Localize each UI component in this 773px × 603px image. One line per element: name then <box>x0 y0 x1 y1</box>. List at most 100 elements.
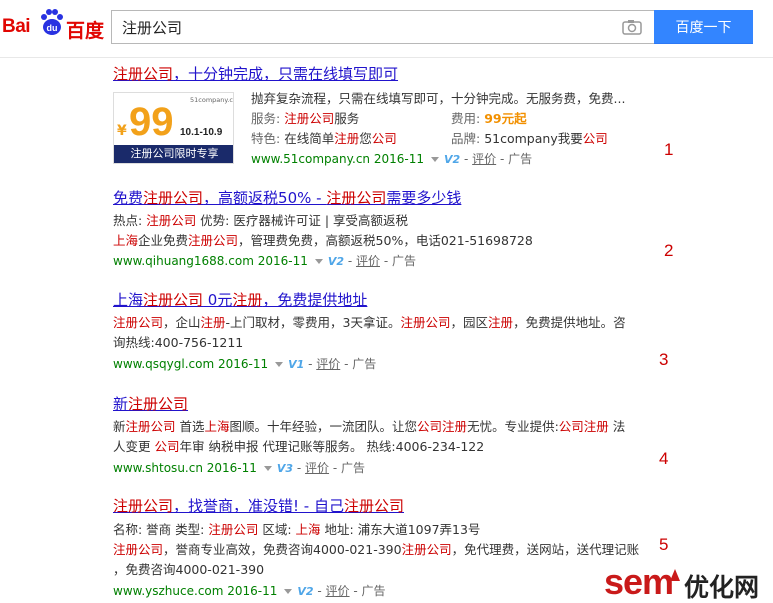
result-title[interactable]: 新注册公司 <box>113 394 188 414</box>
brand-label: 品牌: <box>451 131 481 146</box>
result-date: 2016-11 <box>227 584 278 598</box>
fee-row: 费用: 99元起 <box>451 109 527 129</box>
eval-link[interactable]: 评价 <box>316 357 340 371</box>
result-line: 注册公司，誉商专业高效，免费咨询4000-021-390注册公司，免代理费，送网… <box>113 540 639 560</box>
result-1: 注册公司，十分钟完成，只需在线填写即可 <box>113 64 398 84</box>
text-segment: 法 <box>608 419 626 434</box>
separator: - <box>313 584 326 598</box>
verification-badge[interactable]: V2 <box>297 585 313 598</box>
watermark-logo: sem 优化网 <box>604 561 773 603</box>
text-segment: 地址: 浦东大道1097弄13号 <box>320 522 481 537</box>
text-segment: 服务 <box>334 111 360 126</box>
annotation-number: 2 <box>664 241 674 260</box>
text-segment: 名称: 誉商 类型: <box>113 522 209 537</box>
text-segment: ，高额返税50% - <box>203 189 327 207</box>
text-segment: ，企山 <box>163 315 201 330</box>
keyword-highlight: 注册公司 <box>125 419 176 434</box>
search-input[interactable] <box>111 10 654 44</box>
result-title[interactable]: 上海注册公司 0元注册，免费提供地址 <box>113 290 367 310</box>
text-segment: 无忧。专业提供: <box>467 419 559 434</box>
service-row: 服务: 注册公司服务 <box>251 109 359 129</box>
result-footer: www.51company.cn 2016-11 V2 - 评价 - 广告 <box>251 150 532 169</box>
ad-image-company: 51company.cn <box>190 96 234 104</box>
keyword-highlight: 注册公司 <box>400 315 451 330</box>
ad-image[interactable]: 51company.cn ¥ 99 10.1-10.9 注册公司限时专享 <box>113 92 234 164</box>
result-url[interactable]: www.yszhuce.com <box>113 584 227 598</box>
result-date: 2016-11 <box>217 357 269 371</box>
feature-label: 特色: <box>251 131 281 146</box>
verification-badge[interactable]: V3 <box>277 462 293 475</box>
service-label: 服务: <box>251 111 281 126</box>
eval-link[interactable]: 评价 <box>326 584 350 598</box>
result-url[interactable]: www.qsqygl.com <box>113 357 218 371</box>
text-segment: 新 <box>113 395 129 413</box>
verification-badge[interactable]: V1 <box>288 358 304 371</box>
text-segment: 询热线:400-756-1211 <box>113 335 244 350</box>
baidu-logo[interactable]: Bai du 百度 <box>0 4 108 44</box>
fee-label: 费用: <box>451 111 481 126</box>
annotation-number: 3 <box>659 350 669 369</box>
brand-row: 品牌: 51company我要公司 <box>451 129 608 149</box>
watermark-cn: 优化网 <box>684 573 760 602</box>
keyword-highlight: 注册公司 <box>128 395 189 413</box>
result-5: 注册公司，找誉商，准没错! - 自己注册公司 名称: 誉商 类型: 注册公司 区… <box>113 496 639 601</box>
eval-link[interactable]: 评价 <box>305 461 329 475</box>
eval-link[interactable]: 评价 <box>472 152 496 166</box>
separator: - <box>293 461 306 475</box>
keyword-highlight: 上海 <box>113 233 139 248</box>
result-title[interactable]: 免费注册公司，高额返税50% - 注册公司需要多少钱 <box>113 188 461 208</box>
result-line: 热点: 注册公司 优势: 医疗器械许可证 | 享受高额返税 <box>113 211 533 231</box>
eval-link[interactable]: 评价 <box>356 254 380 268</box>
text-segment: 年审 纳税申报 代理记账等服务。 热线:4006-234-122 <box>179 439 485 454</box>
ad-image-price: 99 <box>129 100 174 144</box>
text-segment: ，管理费免费，高额返税50%，电话021-51698728 <box>238 233 533 248</box>
result-footer: www.yszhuce.com 2016-11 V2 - 评价 - 广告 <box>113 582 639 601</box>
verification-badge[interactable]: V2 <box>444 153 460 166</box>
dropdown-arrow-icon[interactable] <box>314 259 323 264</box>
text-segment: -上门取材，零费用，3天拿证。 <box>225 315 401 330</box>
keyword-highlight: 注册公司 <box>143 189 204 207</box>
text-segment: 区域: <box>258 522 296 537</box>
result-url[interactable]: www.shtosu.cn <box>113 461 207 475</box>
text-segment: ，园区 <box>450 315 489 330</box>
result-line: 询热线:400-756-1211 <box>113 333 626 353</box>
result-title[interactable]: 注册公司，找誉商，准没错! - 自己注册公司 <box>113 496 404 516</box>
text-segment: 您 <box>359 131 372 146</box>
camera-icon[interactable] <box>622 19 642 35</box>
dropdown-arrow-icon[interactable] <box>431 157 439 162</box>
fee-value: 99元起 <box>484 111 527 126</box>
keyword-highlight: 注册公司 <box>113 542 164 557</box>
separator: - <box>460 152 473 166</box>
text-segment: 企业免费 <box>138 233 189 248</box>
dropdown-arrow-icon[interactable] <box>263 466 272 471</box>
text-segment: 上海 <box>113 291 144 309</box>
verification-badge[interactable]: V2 <box>328 255 344 268</box>
result-2: 免费注册公司，高额返税50% - 注册公司需要多少钱 热点: 注册公司 优势: … <box>113 188 533 271</box>
keyword-highlight: 注册公司 <box>284 111 335 126</box>
logo-latin-text: Bai <box>2 16 31 37</box>
dropdown-arrow-icon[interactable] <box>284 589 293 594</box>
result-line: 名称: 誉商 类型: 注册公司 区域: 上海 地址: 浦东大道1097弄13号 <box>113 520 639 540</box>
text-segment: ，誉商专业高效，免费咨询4000-021-390 <box>163 542 402 557</box>
text-segment: ，免代理费，送网站，送代理记账 <box>451 542 640 557</box>
result-4: 新注册公司 新注册公司 首选上海图顺。十年经验，一流团队。让您公司注册无忧。专业… <box>113 394 625 478</box>
dropdown-arrow-icon[interactable] <box>275 362 284 367</box>
keyword-highlight: 注册公司 <box>401 542 452 557</box>
annotation-number: 1 <box>664 140 674 159</box>
result-line: 上海企业免费注册公司，管理费免费，高额返税50%，电话021-51698728 <box>113 231 533 251</box>
logo-badge-text: du <box>47 23 58 33</box>
result-footer: www.qsqygl.com 2016-11 V1 - 评价 - 广告 <box>113 355 626 374</box>
keyword-highlight: 上海 <box>204 419 230 434</box>
result-url[interactable]: www.qihuang1688.com <box>113 254 258 268</box>
keyword-highlight: 注册公司 <box>326 189 387 207</box>
search-button[interactable]: 百度一下 <box>654 10 753 44</box>
result-title[interactable]: 注册公司，十分钟完成，只需在线填写即可 <box>113 64 398 84</box>
keyword-highlight: 公司 <box>582 131 608 146</box>
ad-image-banner: 注册公司限时专享 <box>114 145 233 163</box>
result-url[interactable]: www.51company.cn <box>251 152 374 166</box>
keyword-highlight: 注册公司 <box>146 213 197 228</box>
text-segment: ，免费提供地址 <box>262 291 368 309</box>
text-segment: 需要多少钱 <box>386 189 462 207</box>
keyword-highlight: 公司注册 <box>558 419 609 434</box>
keyword-highlight: 注册公司 <box>343 497 404 515</box>
